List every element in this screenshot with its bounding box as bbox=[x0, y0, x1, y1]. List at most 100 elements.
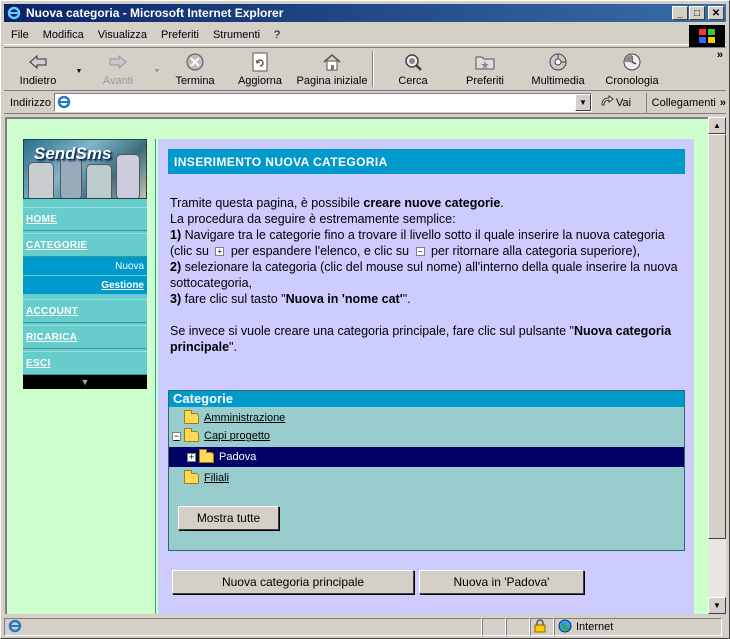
collapse-minus-icon[interactable]: − bbox=[172, 431, 181, 441]
sidebar-subitem-nuova[interactable]: Nuova bbox=[23, 257, 147, 276]
address-input[interactable]: ▼ bbox=[53, 93, 592, 112]
tree-item-label[interactable]: Filiali bbox=[204, 472, 229, 484]
logo-text: SendSms bbox=[34, 144, 112, 163]
tree-item-padova-selected[interactable]: + Padova bbox=[169, 447, 684, 467]
media-button[interactable]: Multimedia bbox=[520, 48, 596, 90]
step1-text-c: per ritornare alla categoria superiore), bbox=[427, 244, 641, 258]
menu-file[interactable]: File bbox=[4, 29, 36, 41]
scroll-down-arrow-icon[interactable]: ▼ bbox=[23, 375, 147, 389]
scroll-up-icon[interactable]: ▲ bbox=[708, 117, 726, 134]
favorites-button[interactable]: Preferiti bbox=[450, 48, 520, 90]
folder-icon bbox=[184, 469, 199, 484]
intro-bold: creare nuove categorie bbox=[363, 196, 501, 210]
folder-icon bbox=[199, 448, 214, 463]
page-title: INSERIMENTO NUOVA CATEGORIA bbox=[168, 149, 685, 174]
menu-visualizza[interactable]: Visualizza bbox=[91, 29, 154, 41]
refresh-button[interactable]: Aggiorna bbox=[226, 48, 294, 90]
address-bar: Indirizzo ▼ Vai Collegamenti » bbox=[4, 92, 726, 114]
media-icon bbox=[547, 52, 569, 72]
sidebar-nav: HOME CATEGORIE Nuova Gestione ACCOUNT RI… bbox=[23, 199, 147, 389]
browser-window: Nuova categoria - Microsoft Internet Exp… bbox=[0, 0, 730, 639]
scroll-thumb[interactable] bbox=[708, 134, 726, 539]
favorites-label: Preferiti bbox=[466, 75, 504, 87]
close-button[interactable]: ✕ bbox=[708, 6, 724, 20]
sidebar-item-ricarica[interactable]: RICARICA bbox=[23, 325, 147, 349]
back-dropdown-icon[interactable]: ▼ bbox=[72, 48, 86, 90]
scroll-down-icon[interactable]: ▼ bbox=[708, 597, 726, 614]
zone-pane: Internet bbox=[554, 618, 722, 636]
toolbar-chevron-icon[interactable]: » bbox=[717, 49, 723, 61]
expand-plus-icon[interactable]: + bbox=[187, 452, 196, 462]
forward-button[interactable]: Avanti bbox=[86, 48, 150, 90]
stop-label: Termina bbox=[175, 75, 215, 87]
links-label: Collegamenti bbox=[651, 96, 716, 109]
stop-icon bbox=[184, 52, 206, 72]
forward-label: Avanti bbox=[102, 75, 134, 87]
tree-item-label[interactable]: Amministrazione bbox=[204, 412, 285, 424]
back-button[interactable]: Indietro bbox=[4, 48, 72, 90]
minimize-button[interactable]: _ bbox=[672, 6, 688, 20]
tree-item-capi-progetto[interactable]: − Capi progetto bbox=[172, 427, 270, 445]
step2-text: selezionare la categoria (clic del mouse… bbox=[170, 260, 678, 290]
links-chevron-icon: » bbox=[719, 96, 726, 109]
toolbar-separator bbox=[372, 51, 374, 87]
status-pane bbox=[506, 618, 530, 636]
step3-bold: Nuova in 'nome cat' bbox=[285, 292, 403, 306]
address-dropdown-icon[interactable]: ▼ bbox=[574, 94, 591, 111]
expand-plus-icon: + bbox=[215, 247, 225, 257]
show-all-button[interactable]: Mostra tutte bbox=[178, 506, 279, 530]
new-in-category-button[interactable]: Nuova in 'Padova' bbox=[419, 570, 584, 594]
main-content: INSERIMENTO NUOVA CATEGORIA Tramite ques… bbox=[158, 139, 694, 614]
step2-number: 2) bbox=[170, 260, 182, 274]
title-bar: Nuova categoria - Microsoft Internet Exp… bbox=[4, 4, 726, 22]
status-bar: Internet bbox=[4, 617, 726, 637]
search-icon bbox=[402, 52, 424, 72]
stop-button[interactable]: Termina bbox=[164, 48, 226, 90]
menu-preferiti[interactable]: Preferiti bbox=[154, 29, 206, 41]
links-button[interactable]: Collegamenti » bbox=[645, 92, 726, 113]
vertical-scrollbar[interactable]: ▲ ▼ bbox=[708, 117, 726, 614]
sidebar-item-categorie[interactable]: CATEGORIE bbox=[23, 233, 147, 257]
zone-label: Internet bbox=[576, 621, 614, 633]
sidebar-subitem-gestione[interactable]: Gestione bbox=[23, 276, 147, 295]
go-arrow-icon bbox=[600, 95, 614, 110]
menu-modifica[interactable]: Modifica bbox=[36, 29, 91, 41]
standard-toolbar: Indietro ▼ Avanti ▼ Termina Aggiorna Pag… bbox=[4, 47, 726, 91]
sidebar-item-esci[interactable]: ESCI bbox=[23, 351, 147, 375]
search-button[interactable]: Cerca bbox=[376, 48, 450, 90]
main-category-end: ". bbox=[229, 340, 237, 354]
tree-item-filiali[interactable]: Filiali bbox=[184, 469, 229, 487]
sidebar-item-home[interactable]: HOME bbox=[23, 207, 147, 231]
back-arrow-icon bbox=[27, 52, 49, 72]
security-pane bbox=[530, 618, 554, 636]
back-label: Indietro bbox=[19, 75, 57, 87]
globe-icon bbox=[558, 619, 572, 636]
maximize-button[interactable]: □ bbox=[689, 6, 705, 20]
minimize-icon: _ bbox=[677, 7, 683, 19]
refresh-label: Aggiorna bbox=[237, 75, 283, 87]
history-button[interactable]: Cronologia bbox=[596, 48, 668, 90]
sidebar-item-account[interactable]: ACCOUNT bbox=[23, 299, 147, 323]
search-label: Cerca bbox=[398, 75, 428, 87]
go-button[interactable]: Vai bbox=[600, 95, 640, 110]
sidebar: SendSms HOME CATEGORIE Nuova Gestione AC… bbox=[23, 139, 147, 389]
folder-icon bbox=[184, 409, 199, 424]
tree-item-label[interactable]: Capi progetto bbox=[204, 430, 270, 442]
step1-text-b: per espandere l'elenco, e clic su bbox=[227, 244, 413, 258]
tree-item-amministrazione[interactable]: Amministrazione bbox=[184, 409, 285, 427]
forward-dropdown-icon[interactable]: ▼ bbox=[150, 48, 164, 90]
tree-item-label[interactable]: Padova bbox=[219, 451, 256, 463]
windows-logo-icon bbox=[689, 25, 725, 47]
home-label: Pagina iniziale bbox=[296, 75, 368, 87]
folder-open-icon bbox=[184, 427, 199, 442]
menu-help[interactable]: ? bbox=[267, 29, 287, 41]
new-main-category-button[interactable]: Nuova categoria principale bbox=[172, 570, 414, 594]
refresh-icon bbox=[249, 52, 271, 72]
menu-bar: File Modifica Visualizza Preferiti Strum… bbox=[4, 25, 726, 45]
menu-strumenti[interactable]: Strumenti bbox=[206, 29, 267, 41]
step1-number: 1) bbox=[170, 228, 182, 242]
history-label: Cronologia bbox=[605, 75, 659, 87]
status-pane bbox=[482, 618, 506, 636]
column-divider bbox=[155, 139, 156, 614]
home-button[interactable]: Pagina iniziale bbox=[294, 48, 370, 90]
